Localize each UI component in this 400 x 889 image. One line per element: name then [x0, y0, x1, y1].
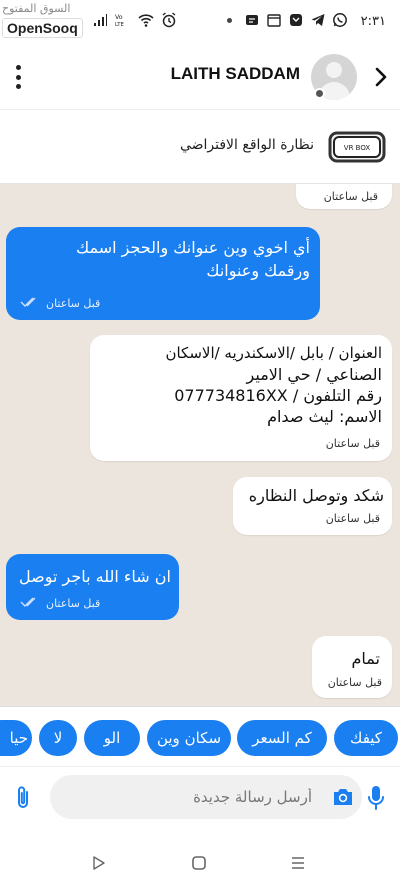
message-text-line: الصناعي / حي الامير [246, 365, 382, 384]
outgoing-message-bubble[interactable]: أي اخوي وين عنوانك والحجز اسمك ورقمك وعن… [6, 227, 320, 320]
incoming-message-bubble[interactable]: قبل ساعتان [296, 184, 392, 209]
signal-icon [94, 14, 107, 26]
paperclip-icon[interactable] [12, 785, 34, 811]
contact-name[interactable]: LAITH SADDAM [0, 64, 300, 84]
quick-reply-chip[interactable]: حيا [0, 720, 32, 756]
read-receipt-icon [20, 597, 36, 607]
quick-reply-chip[interactable]: الو [84, 720, 140, 756]
message-composer [0, 766, 400, 828]
microphone-icon[interactable] [366, 784, 386, 812]
read-receipt-icon [20, 297, 36, 307]
notification-dot-icon [227, 18, 232, 23]
incoming-message-bubble[interactable]: تمام قبل ساعتان [312, 636, 392, 698]
product-title: نظارة الواقع الافتراضي [179, 137, 314, 153]
nav-back-icon[interactable] [92, 855, 106, 871]
lte-icon: VoLTE [115, 14, 124, 28]
status-time: ٢:٣١ [360, 14, 386, 29]
message-time: قبل ساعتان [46, 597, 101, 610]
chat-header: LAITH SADDAM [0, 44, 400, 110]
presence-status-dot [314, 88, 325, 99]
wifi-icon [138, 14, 154, 27]
telegram-icon [311, 14, 325, 26]
vr-headset-thumbnail: VR BOX [328, 131, 386, 163]
whatsapp-icon [333, 13, 347, 27]
nav-recent-apps-icon[interactable] [290, 855, 306, 871]
quick-reply-chip[interactable]: كم السعر [237, 720, 327, 756]
camera-icon[interactable] [331, 786, 355, 808]
svg-text:Vo: Vo [115, 14, 123, 21]
quick-reply-chip[interactable]: سكان وين [147, 720, 231, 756]
message-time: قبل ساعتان [46, 297, 101, 310]
quick-reply-chip[interactable]: لا [39, 720, 77, 756]
incoming-message-bubble[interactable]: شكد وتوصل النظاره قبل ساعتان [233, 477, 392, 535]
message-text-line: أي اخوي وين عنوانك والحجز اسمك [75, 238, 310, 257]
message-time: قبل ساعتان [325, 437, 380, 450]
status-icons-system: Vo LTE [92, 12, 177, 28]
message-text-line: شكد وتوصل النظاره [248, 486, 384, 505]
phone-number-line[interactable]: رقم التلفون / 077734816XX [98, 385, 382, 406]
message-text-line: ان شاء الله باجر توصل [18, 567, 171, 586]
incoming-message-bubble[interactable]: العنوان / بابل /الاسكندريه /الاسكان الصن… [90, 335, 392, 461]
message-time: قبل ساعتان [325, 512, 380, 525]
nav-home-icon[interactable] [191, 855, 207, 871]
quick-reply-chip[interactable]: كيفك [334, 720, 398, 756]
watermark-logo: OpenSooq [2, 18, 83, 38]
app-notification-icon [246, 15, 258, 25]
status-icons-notifications [244, 12, 348, 28]
messenger-icon [290, 14, 302, 26]
calendar-icon [267, 14, 281, 27]
message-text-line: ورقمك وعنوانك [206, 261, 310, 280]
message-list[interactable]: قبل ساعتان أي اخوي وين عنوانك والحجز اسم… [0, 184, 400, 706]
message-text-line: العنوان / بابل /الاسكندريه /الاسكان [165, 344, 382, 362]
svg-text:VR BOX: VR BOX [344, 144, 371, 152]
message-time: قبل ساعتان [323, 190, 378, 203]
watermark-arabic-text: السوق المفتوح [2, 2, 71, 15]
quick-replies-bar: كيفك كم السعر سكان وين الو لا حيا [0, 706, 400, 766]
listing-product-bar[interactable]: نظارة الواقع الافتراضي VR BOX [0, 110, 400, 184]
opensooq-watermark: السوق المفتوح OpenSooq [2, 2, 90, 38]
message-input[interactable] [50, 775, 362, 819]
outgoing-message-bubble[interactable]: ان شاء الله باجر توصل قبل ساعتان [6, 554, 179, 620]
message-text-line: الاسم: ليث صدام [267, 407, 382, 426]
message-text-line: تمام [351, 649, 380, 668]
system-navigation-bar [0, 828, 400, 889]
alarm-icon [162, 12, 176, 28]
message-time: قبل ساعتان [327, 676, 382, 689]
status-bar: السوق المفتوح OpenSooq Vo LTE ٢:٣١ [0, 0, 400, 44]
svg-text:LTE: LTE [115, 22, 124, 28]
chevron-right-icon[interactable] [372, 66, 390, 88]
